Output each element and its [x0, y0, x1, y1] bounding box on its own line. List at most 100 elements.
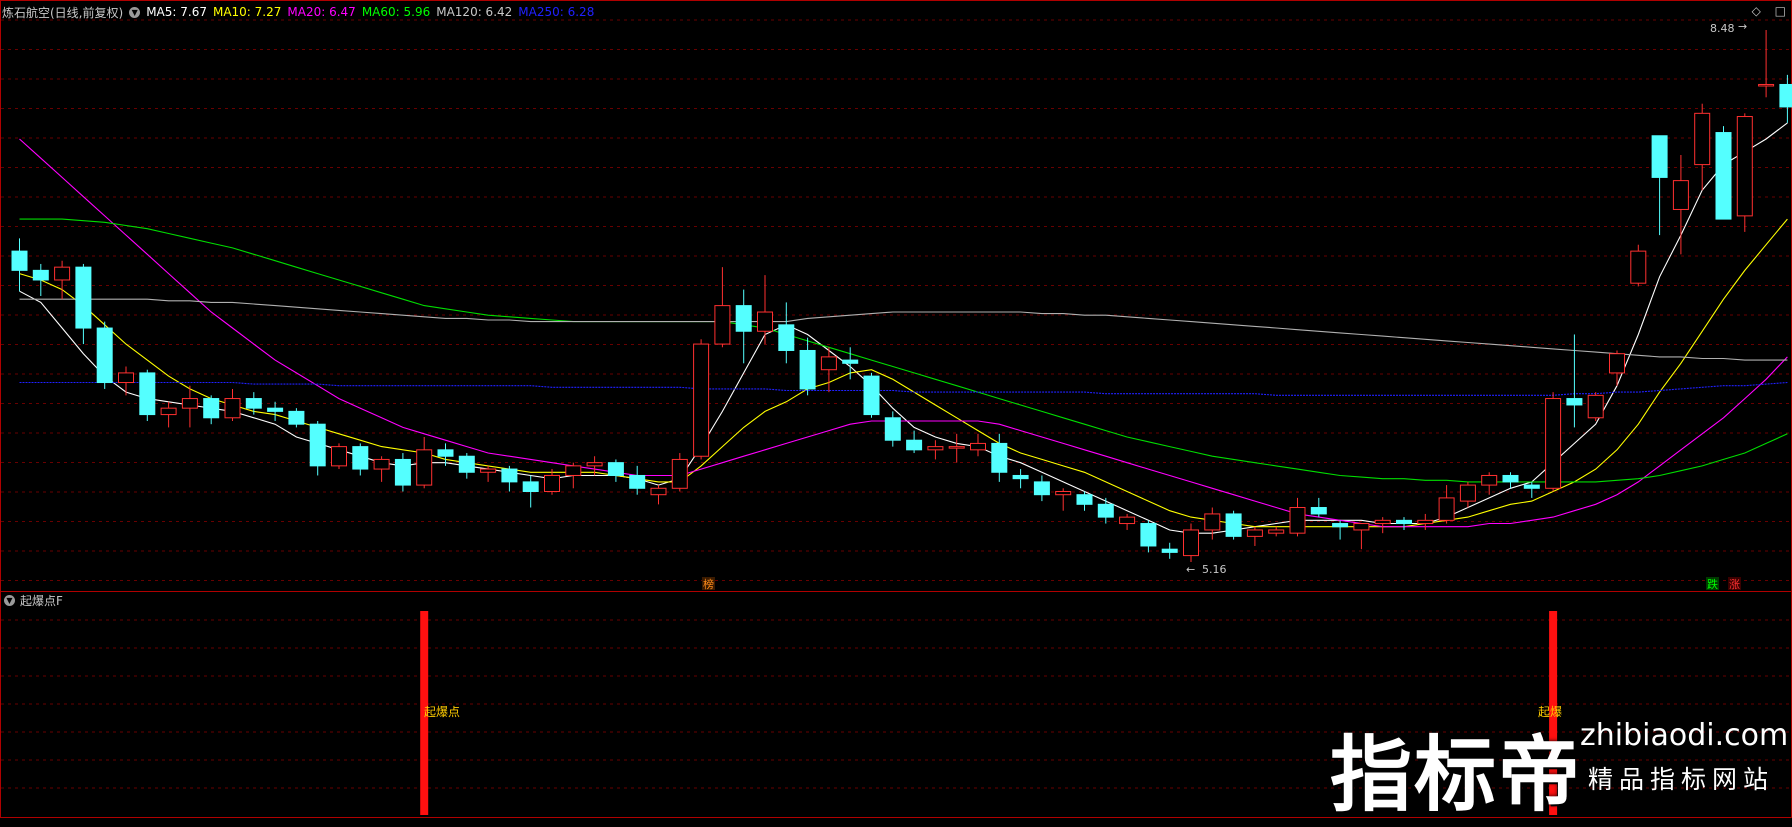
candle[interactable] [11, 238, 28, 292]
candle[interactable] [1310, 497, 1327, 518]
marker-down: 跌 [1707, 577, 1718, 591]
candle[interactable] [1736, 113, 1753, 232]
stock-title: 炼石航空(日线,前复权) [2, 5, 124, 20]
signal-label-1: 起爆点 [424, 705, 460, 719]
chevron-down-icon-sub[interactable]: ▼ [4, 595, 15, 606]
candle[interactable] [799, 337, 816, 396]
candle[interactable] [1055, 488, 1072, 511]
candle[interactable] [629, 465, 646, 495]
candle[interactable] [1481, 472, 1498, 495]
candle[interactable] [565, 462, 582, 489]
candle[interactable] [1566, 334, 1583, 428]
candle[interactable] [352, 443, 369, 476]
high-arrow-icon: → [1738, 20, 1747, 33]
candle[interactable] [544, 469, 560, 495]
candle[interactable] [1119, 513, 1136, 530]
candle[interactable] [288, 408, 305, 428]
watermark: 指标帝 zhibiaodi.com 精品指标网站 [1330, 700, 1790, 823]
candle[interactable] [139, 369, 156, 421]
candle[interactable] [1523, 481, 1540, 498]
candle[interactable] [1545, 392, 1562, 492]
candle[interactable] [224, 388, 241, 421]
ma20-value: MA20: 6.47 [287, 5, 356, 19]
ma60-value: MA60: 5.96 [361, 5, 431, 19]
candle[interactable] [1651, 135, 1668, 236]
candle[interactable] [970, 433, 986, 457]
ma120-line [19, 298, 1788, 361]
candle[interactable] [1076, 491, 1093, 511]
candle[interactable] [1587, 392, 1604, 421]
candle[interactable] [394, 453, 411, 492]
candle[interactable] [32, 263, 49, 296]
candle[interactable] [1161, 542, 1178, 559]
candle[interactable] [1097, 497, 1114, 524]
square-icon[interactable]: □ [1775, 4, 1786, 18]
candle[interactable] [671, 453, 688, 492]
candle[interactable] [1183, 523, 1199, 562]
candle[interactable] [735, 289, 752, 364]
candle[interactable] [693, 339, 710, 460]
moving-average-lines [19, 122, 1788, 534]
candle[interactable] [1438, 485, 1455, 524]
candle[interactable] [1268, 526, 1285, 537]
watermark-url: zhibiaodi.com [1580, 718, 1789, 753]
candle[interactable] [181, 385, 198, 428]
candle[interactable] [1396, 517, 1412, 530]
candle[interactable] [1715, 126, 1732, 220]
candle[interactable] [522, 475, 539, 508]
candle[interactable] [1459, 481, 1476, 508]
high-price-label: 8.48 [1710, 22, 1735, 35]
candle[interactable] [203, 395, 220, 425]
candle[interactable] [1033, 475, 1050, 502]
candle[interactable] [1694, 103, 1711, 191]
candle[interactable] [1353, 523, 1370, 550]
chart-window: 8.48 → ← 5.16 榜 跌 涨 起爆点 起爆 炼石航空(日线,前复权) … [0, 0, 1792, 823]
candle[interactable] [1779, 74, 1792, 123]
kline-chart[interactable]: 8.48 → ← 5.16 榜 跌 涨 起爆点 起爆 [0, 0, 1792, 819]
candle[interactable] [267, 401, 284, 421]
candle[interactable] [1140, 520, 1157, 553]
candle[interactable] [714, 267, 731, 348]
candle[interactable] [778, 302, 795, 364]
candle[interactable] [1609, 350, 1625, 386]
candle[interactable] [1758, 30, 1775, 98]
ma5-line [19, 122, 1788, 534]
candle[interactable] [650, 485, 667, 505]
candle[interactable] [1289, 497, 1306, 537]
candle[interactable] [1630, 244, 1647, 287]
candle[interactable] [1374, 517, 1391, 534]
chevron-down-icon[interactable]: ▼ [129, 6, 141, 18]
candle[interactable] [245, 392, 262, 415]
candle[interactable] [331, 443, 347, 470]
candle[interactable] [75, 263, 92, 345]
candle[interactable] [927, 440, 944, 460]
candle[interactable] [160, 401, 177, 428]
diamond-icon[interactable]: ◇ [1752, 4, 1761, 18]
candle[interactable] [1672, 154, 1689, 255]
candle[interactable] [309, 420, 326, 476]
candle[interactable] [501, 465, 518, 492]
low-arrow-icon: ← [1186, 563, 1195, 576]
candle[interactable] [118, 366, 134, 396]
candle[interactable] [96, 321, 113, 389]
candle[interactable] [991, 433, 1008, 482]
candle[interactable] [863, 372, 880, 418]
candle[interactable] [607, 459, 624, 482]
candle[interactable] [1246, 526, 1263, 546]
candle[interactable] [906, 430, 923, 454]
candle[interactable] [1225, 510, 1242, 540]
candle[interactable] [948, 433, 965, 463]
candle[interactable] [1502, 472, 1519, 489]
candle[interactable] [373, 456, 390, 482]
marker-bang: 榜 [703, 577, 714, 591]
candle[interactable] [416, 437, 433, 489]
candle[interactable] [1012, 469, 1029, 489]
grid-lines [1, 19, 1791, 789]
watermark-slogan: 精品指标网站 [1588, 765, 1775, 794]
candle[interactable] [1332, 520, 1349, 540]
candle[interactable] [1417, 513, 1434, 530]
candle[interactable] [884, 411, 901, 447]
candle[interactable] [1204, 507, 1221, 540]
marker-up: 涨 [1729, 578, 1740, 591]
candle[interactable] [458, 453, 475, 479]
